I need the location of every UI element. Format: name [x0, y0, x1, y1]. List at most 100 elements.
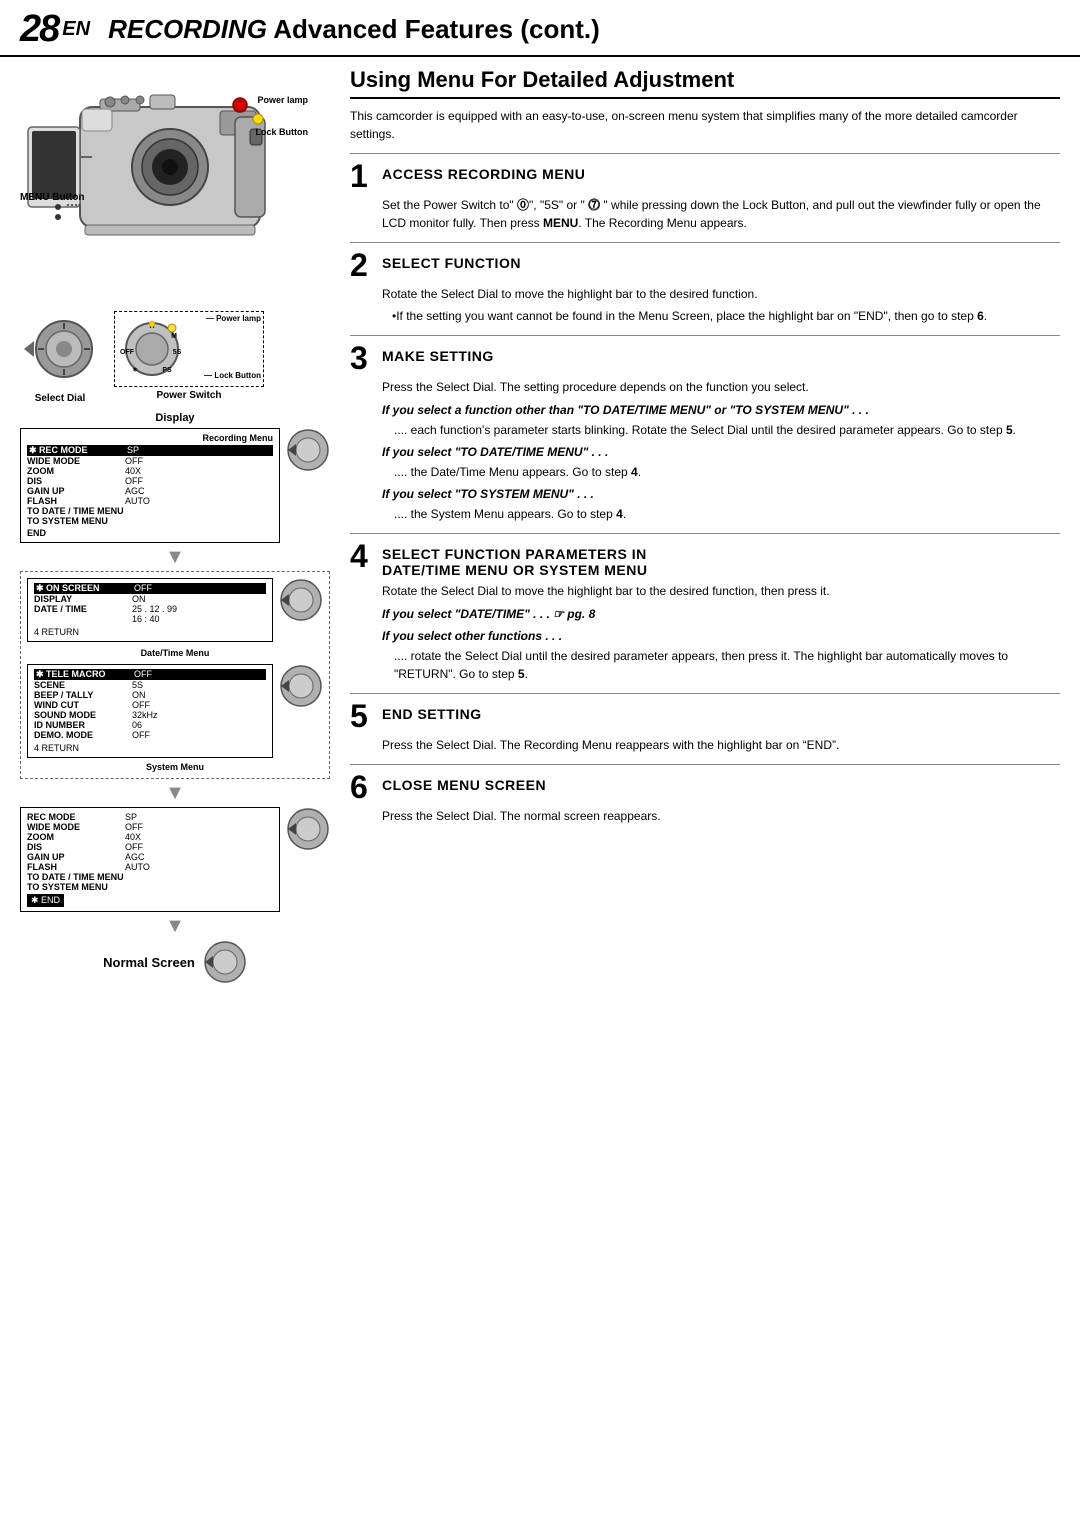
- step-5-body: Press the Select Dial. The Recording Men…: [350, 736, 1060, 754]
- final-row-8: TO SYSTEM MENU: [27, 882, 273, 892]
- recording-menu-row-1: ✱ REC MODE SP: [27, 445, 273, 456]
- recording-menu-row-4: DISOFF: [27, 476, 273, 486]
- power-switch-dial-svg: A M 5S PS ✶ OFF: [117, 316, 187, 381]
- small-dial-2: [279, 578, 323, 622]
- power-switch-diagram: — Power lamp — Lock Button A M 5S PS ✶: [114, 311, 264, 401]
- step-5-number: 5: [350, 700, 374, 732]
- display-section: Display Recording Menu ✱ REC MODE SP WID…: [20, 412, 330, 984]
- final-row-2: WIDE MODEOFF: [27, 822, 273, 832]
- power-switch-box: — Power lamp — Lock Button A M 5S PS ✶: [114, 311, 264, 387]
- sys-row-3: BEEP / TALLYON: [34, 690, 266, 700]
- final-row-5: GAIN UPAGC: [27, 852, 273, 862]
- date-time-row: ✱ ON SCREEN OFF DISPLAYON DATE / TIME25 …: [27, 578, 323, 642]
- arrow-down-3: ▼: [165, 916, 185, 936]
- step-4-number: 4: [350, 540, 374, 572]
- step-5: 5 END SETTING Press the Select Dial. The…: [350, 693, 1060, 764]
- display-label: Display: [20, 412, 330, 424]
- sys-row-4: WIND CUTOFF: [34, 700, 266, 710]
- final-row-7: TO DATE / TIME MENU: [27, 872, 273, 882]
- small-dial-3: [279, 664, 323, 708]
- sys-row-2: SCENE5S: [34, 680, 266, 690]
- final-end-highlighted: ✱ END: [27, 894, 64, 907]
- camera-diagram: MENU Button Power lamp Lock Button: [20, 67, 310, 307]
- step-6: 6 CLOSE MENU SCREEN Press the Select Dia…: [350, 764, 1060, 835]
- step-3: 3 MAKE SETTING Press the Select Dial. Th…: [350, 335, 1060, 533]
- final-row-4: DISOFF: [27, 842, 273, 852]
- small-dial-1: [286, 428, 330, 472]
- page-header: 28 EN RECORDING Advanced Features (cont.…: [0, 0, 1080, 57]
- final-row-1: REC MODESP: [27, 812, 273, 822]
- svg-text:5S: 5S: [173, 349, 182, 356]
- step-1: 1 ACCESS RECORDING MENU Set the Power Sw…: [350, 153, 1060, 242]
- sys-row-5: SOUND MODE32kHz: [34, 710, 266, 720]
- diagrams-row: Select Dial — Power lamp — Lock Button A: [20, 311, 330, 404]
- step-3-title: MAKE SETTING: [382, 342, 494, 364]
- sys-return: 4 RETURN: [34, 743, 266, 753]
- recording-menu-row-8: TO SYSTEM MENU: [27, 516, 273, 526]
- lock-btn-box-label: — Lock Button: [204, 371, 261, 380]
- step-4: 4 SELECT FUNCTION PARAMETERS INDATE/TIME…: [350, 533, 1060, 693]
- section-title: Using Menu For Detailed Adjustment: [350, 67, 1060, 99]
- normal-screen-section: Normal Screen: [103, 940, 247, 984]
- svg-text:✶: ✶: [132, 366, 138, 374]
- dt-return: 4 RETURN: [34, 627, 266, 637]
- dt-row-4: 16 : 40: [34, 614, 266, 624]
- recording-menu-title: Recording Menu: [27, 433, 273, 443]
- step-1-title: ACCESS RECORDING MENU: [382, 160, 585, 182]
- recording-menu-row-2: WIDE MODEOFF: [27, 456, 273, 466]
- normal-screen-dial: [203, 940, 247, 984]
- recording-menu-end: END: [27, 528, 273, 538]
- lock-button-label: Lock Button: [256, 127, 309, 137]
- normal-screen-label: Normal Screen: [103, 955, 195, 970]
- dt-row-1: ✱ ON SCREEN OFF: [34, 583, 266, 594]
- step-4-title: SELECT FUNCTION PARAMETERS INDATE/TIME M…: [382, 540, 647, 578]
- step-1-body: Set the Power Switch to" ⓪", "5S" or " ⓻…: [350, 196, 1060, 232]
- step-6-number: 6: [350, 771, 374, 803]
- final-row-6: FLASHAUTO: [27, 862, 273, 872]
- recording-menu-row: Recording Menu ✱ REC MODE SP WIDE MODEOF…: [20, 428, 330, 543]
- sys-row-1: ✱ TELE MACRO OFF: [34, 669, 266, 680]
- recording-menu-row-3: ZOOM40X: [27, 466, 273, 476]
- step-5-title: END SETTING: [382, 700, 482, 722]
- sys-row-6: ID NUMBER06: [34, 720, 266, 730]
- power-switch-label: Power Switch: [114, 390, 264, 401]
- arrow-down-1: ▼: [165, 547, 185, 567]
- final-menu-row: REC MODESP WIDE MODEOFF ZOOM40X DISOFF G…: [20, 807, 330, 912]
- recording-menu-row-6: FLASHAUTO: [27, 496, 273, 506]
- recording-menu-box: Recording Menu ✱ REC MODE SP WIDE MODEOF…: [20, 428, 280, 543]
- date-time-menu-box: ✱ ON SCREEN OFF DISPLAYON DATE / TIME25 …: [27, 578, 273, 642]
- system-menu-row: ✱ TELE MACRO OFF SCENE5S BEEP / TALLYON …: [27, 664, 323, 758]
- final-menu-box: REC MODESP WIDE MODEOFF ZOOM40X DISOFF G…: [20, 807, 280, 912]
- step-3-body: Press the Select Dial. The setting proce…: [350, 378, 1060, 523]
- power-lamp-box-label: — Power lamp: [206, 314, 261, 323]
- recording-menu-row-5: GAIN UPAGC: [27, 486, 273, 496]
- step-3-number: 3: [350, 342, 374, 374]
- select-dial-label: Select Dial: [20, 393, 100, 404]
- sys-row-7: DEMO. MODEOFF: [34, 730, 266, 740]
- power-lamp-label: Power lamp: [257, 95, 308, 105]
- page-suffix: EN: [62, 18, 90, 41]
- system-menu-label: System Menu: [27, 762, 323, 772]
- final-row-3: ZOOM40X: [27, 832, 273, 842]
- recording-menu-row-7: TO DATE / TIME MENU: [27, 506, 273, 516]
- svg-text:OFF: OFF: [120, 349, 135, 356]
- display-flow: Recording Menu ✱ REC MODE SP WIDE MODEOF…: [20, 428, 330, 984]
- select-dial-svg: [20, 311, 100, 387]
- svg-text:M: M: [171, 333, 177, 340]
- sub-menus-section: ✱ ON SCREEN OFF DISPLAYON DATE / TIME25 …: [20, 571, 330, 779]
- step-1-number: 1: [350, 160, 374, 192]
- dt-row-3: DATE / TIME25 . 12 . 99: [34, 604, 266, 614]
- page-number: 28: [20, 8, 58, 51]
- step-2-number: 2: [350, 249, 374, 281]
- header-title: RECORDING Advanced Features (cont.): [108, 14, 600, 45]
- system-menu-box: ✱ TELE MACRO OFF SCENE5S BEEP / TALLYON …: [27, 664, 273, 758]
- step-6-title: CLOSE MENU SCREEN: [382, 771, 546, 793]
- menu-button-label: MENU Button: [20, 192, 84, 203]
- small-dial-4: [286, 807, 330, 851]
- left-column: MENU Button Power lamp Lock Button: [20, 67, 340, 984]
- step-2-body: Rotate the Select Dial to move the highl…: [350, 285, 1060, 325]
- step-2: 2 SELECT FUNCTION Rotate the Select Dial…: [350, 242, 1060, 335]
- step-6-body: Press the Select Dial. The normal screen…: [350, 807, 1060, 825]
- step-2-title: SELECT FUNCTION: [382, 249, 521, 271]
- arrow-down-2: ▼: [165, 783, 185, 803]
